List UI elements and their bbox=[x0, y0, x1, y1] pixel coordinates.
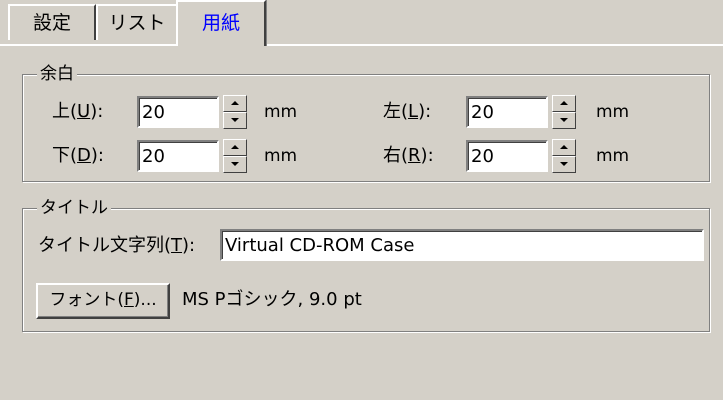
right-margin-unit: mm bbox=[596, 146, 630, 166]
top-margin-spin-up[interactable] bbox=[223, 95, 247, 112]
spin-down-arrow-icon bbox=[560, 162, 568, 166]
top-margin-unit: mm bbox=[264, 102, 298, 122]
title-string-label: タイトル文字列(T): bbox=[38, 235, 196, 256]
right-margin-spin-up[interactable] bbox=[552, 139, 576, 156]
left-margin-spin-up[interactable] bbox=[552, 95, 576, 112]
left-margin-spinner[interactable] bbox=[552, 95, 576, 129]
spin-down-arrow-icon bbox=[231, 162, 239, 166]
tab-paper[interactable]: 用紙 bbox=[176, 0, 266, 46]
tab-list[interactable]: リスト bbox=[96, 4, 178, 40]
spin-up-arrow-icon bbox=[560, 145, 568, 149]
tab-strip: 設定 リスト 用紙 bbox=[0, 0, 723, 46]
right-margin-field[interactable] bbox=[466, 140, 548, 172]
bottom-margin-spin-up[interactable] bbox=[223, 139, 247, 156]
right-margin-input[interactable] bbox=[468, 142, 546, 170]
tab-panel-gap bbox=[178, 44, 264, 46]
top-margin-input[interactable] bbox=[139, 98, 217, 126]
title-group-legend: タイトル bbox=[37, 197, 111, 219]
spin-down-arrow-icon bbox=[560, 118, 568, 122]
tab-panel-border bbox=[0, 44, 723, 46]
top-margin-spin-down[interactable] bbox=[223, 112, 247, 129]
bottom-margin-unit: mm bbox=[264, 146, 298, 166]
top-margin-spinner[interactable] bbox=[223, 95, 247, 129]
bottom-margin-spinner[interactable] bbox=[223, 139, 247, 173]
right-margin-spinner[interactable] bbox=[552, 139, 576, 173]
bottom-margin-label: 下(D): bbox=[52, 145, 104, 166]
right-margin-label: 右(R): bbox=[383, 145, 434, 166]
font-button[interactable]: フォント(F)... bbox=[36, 283, 170, 319]
bottom-margin-input[interactable] bbox=[139, 142, 217, 170]
spin-up-arrow-icon bbox=[560, 101, 568, 105]
right-margin-spin-down[interactable] bbox=[552, 156, 576, 173]
title-string-input[interactable] bbox=[222, 231, 702, 259]
top-margin-label: 上(U): bbox=[52, 101, 104, 122]
left-margin-field[interactable] bbox=[466, 96, 548, 128]
spin-up-arrow-icon bbox=[231, 101, 239, 105]
top-margin-field[interactable] bbox=[137, 96, 219, 128]
left-margin-spin-down[interactable] bbox=[552, 112, 576, 129]
bottom-margin-spin-down[interactable] bbox=[223, 156, 247, 173]
tab-settings[interactable]: 設定 bbox=[8, 4, 96, 40]
font-description: MS Pゴシック, 9.0 pt bbox=[182, 289, 362, 310]
left-margin-unit: mm bbox=[596, 102, 630, 122]
title-string-field[interactable] bbox=[220, 229, 704, 261]
bottom-margin-field[interactable] bbox=[137, 140, 219, 172]
spin-up-arrow-icon bbox=[231, 145, 239, 149]
margin-group-legend: 余白 bbox=[37, 63, 77, 85]
spin-down-arrow-icon bbox=[231, 118, 239, 122]
left-margin-label: 左(L): bbox=[383, 101, 432, 122]
left-margin-input[interactable] bbox=[468, 98, 546, 126]
